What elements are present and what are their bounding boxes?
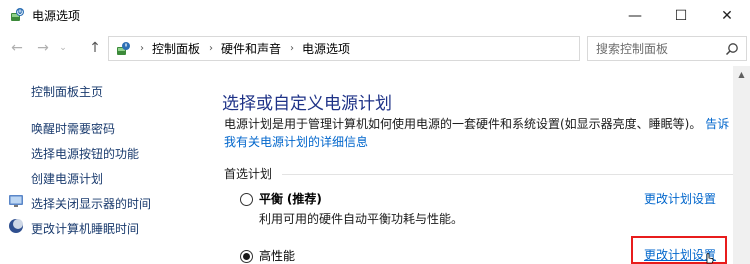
maximize-icon: ☐: [674, 7, 688, 24]
arrow-left-icon: ←: [11, 40, 23, 56]
plan-balanced-radio[interactable]: [240, 193, 253, 206]
vertical-scrollbar[interactable]: ▲: [733, 66, 750, 264]
sidebar-item-create-plan[interactable]: 创建电源计划: [31, 170, 103, 187]
scroll-up-button[interactable]: ▲: [733, 66, 750, 83]
plan-balanced-title: 平衡: [259, 192, 284, 206]
section-divider: [282, 174, 742, 175]
hand-cursor-icon: [706, 253, 714, 264]
plan-high-performance-radio[interactable]: [240, 250, 253, 263]
arrow-up-icon: ↑: [89, 40, 101, 56]
address-bar[interactable]: › 控制面板 › 硬件和声音 › 电源选项 ⌄ ↻: [108, 36, 683, 61]
breadcrumb-control-panel[interactable]: 控制面板: [152, 40, 200, 57]
sidebar-item-power-buttons[interactable]: 选择电源按钮的功能: [31, 145, 139, 162]
power-options-icon: [117, 41, 130, 55]
preferred-plans-heading: 首选计划: [224, 167, 273, 181]
plan-balanced-description: 利用可用的硬件自动平衡功耗与性能。: [259, 212, 464, 226]
description-text: 电源计划是用于管理计算机如何使用电源的一套硬件和系统设置(如显示器亮度、睡眠等)…: [224, 117, 702, 131]
title-bar: 电源选项 — ☐ ✕: [0, 0, 750, 31]
search-box[interactable]: [587, 36, 747, 61]
power-options-icon: [11, 8, 24, 21]
page-title: 选择或自定义电源计划: [222, 94, 392, 114]
plan-balanced-name: 平衡 (推荐): [259, 190, 322, 207]
breadcrumb-power-options[interactable]: 电源选项: [302, 40, 350, 57]
forward-button[interactable]: →: [32, 37, 54, 59]
control-panel-home-link[interactable]: 控制面板主页: [31, 83, 103, 100]
minimize-icon: —: [628, 7, 642, 24]
moon-icon: [9, 219, 23, 233]
search-input[interactable]: [596, 41, 720, 57]
minimize-button[interactable]: —: [612, 0, 658, 31]
close-button[interactable]: ✕: [704, 0, 750, 31]
breadcrumb-separator[interactable]: ›: [209, 43, 213, 54]
search-icon[interactable]: [725, 42, 739, 56]
plan-balanced-change-settings-link[interactable]: 更改计划设置: [644, 190, 716, 207]
up-button[interactable]: ↑: [84, 37, 106, 59]
back-button[interactable]: ←: [6, 37, 28, 59]
close-icon: ✕: [721, 7, 733, 24]
plan-balanced-tag: (推荐): [286, 192, 322, 206]
navigation-bar: ← → ⌄ ↑ › 控制面板 › 硬件和声音 › 电源选项 ⌄ ↻: [0, 31, 750, 65]
plan-high-performance-name: 高性能: [259, 249, 296, 263]
recent-locations-button[interactable]: ⌄: [56, 37, 70, 59]
sidebar-item-display-off[interactable]: 选择关闭显示器的时间: [31, 195, 151, 212]
window-title: 电源选项: [32, 9, 81, 23]
breadcrumb-separator[interactable]: ›: [140, 43, 144, 54]
arrow-right-icon: →: [37, 40, 49, 56]
breadcrumb-hardware-sound[interactable]: 硬件和声音: [221, 40, 281, 57]
triangle-up-icon: ▲: [738, 70, 745, 79]
shield-icon: [9, 195, 23, 207]
sidebar-item-sleep-time[interactable]: 更改计算机睡眠时间: [31, 220, 139, 237]
maximize-button[interactable]: ☐: [658, 0, 704, 31]
chevron-down-icon: ⌄: [59, 43, 67, 53]
breadcrumb-separator[interactable]: ›: [290, 43, 294, 54]
page-description: 电源计划是用于管理计算机如何使用电源的一套硬件和系统设置(如显示器亮度、睡眠等)…: [224, 115, 736, 151]
sidebar-item-require-password[interactable]: 唤醒时需要密码: [31, 120, 115, 137]
